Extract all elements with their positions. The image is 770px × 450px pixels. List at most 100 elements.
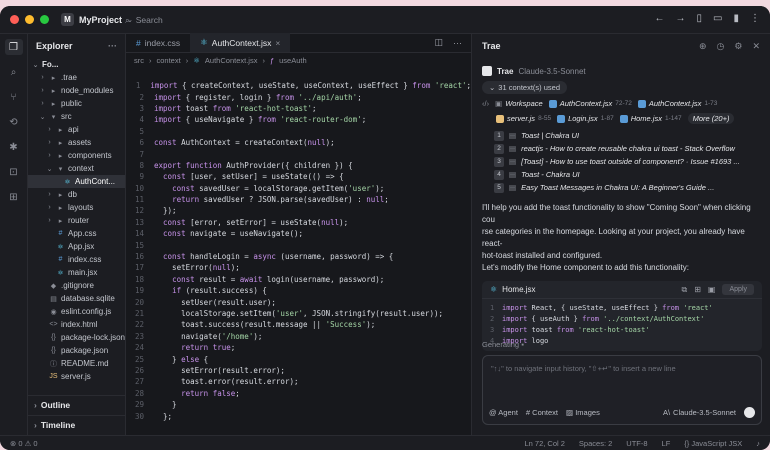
send-button[interactable] bbox=[744, 407, 755, 418]
file-tree-item[interactable]: JS server.js bbox=[28, 370, 125, 383]
zoom-window-button[interactable] bbox=[40, 15, 49, 24]
file-tree-item[interactable]: <> index.html bbox=[28, 318, 125, 331]
search-bar[interactable]: ⌕ Search bbox=[125, 12, 630, 28]
problems-indicator[interactable]: ⊗ 0 ⚠ 0 bbox=[10, 439, 38, 448]
copy-icon[interactable]: ⧉ bbox=[682, 285, 688, 295]
web-result-item[interactable]: 3 ▤ [Toast] - How to use toast outside of … bbox=[494, 155, 762, 168]
file-tree-item[interactable]: ⚛ main.jsx bbox=[28, 266, 125, 279]
context-ref-file[interactable]: Login.jsx 1-87 bbox=[557, 114, 614, 123]
split-editor-icon[interactable]: ◫ bbox=[434, 37, 443, 48]
tab-index-css[interactable]: # index.css bbox=[126, 33, 190, 52]
toggle-sidebar-icon[interactable]: ▯ bbox=[697, 13, 703, 24]
forward-arrow-icon[interactable]: → bbox=[676, 13, 686, 24]
run-debug-icon[interactable]: ⟲ bbox=[5, 114, 23, 130]
context-ref-workspace[interactable]: ▣ Workspace bbox=[495, 99, 543, 108]
file-tree-item[interactable]: ⚛ App.jsx bbox=[28, 240, 125, 253]
more-icon[interactable]: ··· bbox=[108, 41, 117, 51]
file-tree-item[interactable]: › ▸ components bbox=[28, 149, 125, 162]
close-icon[interactable]: ✕ bbox=[752, 41, 760, 52]
file-tree-item[interactable]: {} package.json bbox=[28, 344, 125, 357]
insert-icon[interactable]: ⊞ bbox=[694, 285, 701, 294]
remote-icon[interactable]: ⊡ bbox=[5, 164, 23, 180]
search-icon[interactable]: ⌕ bbox=[5, 64, 23, 80]
folder-root[interactable]: ⌄ Fo... bbox=[28, 58, 125, 71]
toggle-ai-panel-icon[interactable]: ▮ bbox=[733, 13, 739, 24]
code-line: 24 return true; bbox=[126, 342, 471, 353]
history-icon[interactable]: ◷ bbox=[717, 41, 725, 52]
breadcrumb-context[interactable]: context bbox=[157, 56, 181, 65]
ai-panel-header: Trae ⊕ ◷ ⚙ ✕ bbox=[472, 34, 770, 58]
code-line: 10 const savedUser = localStorage.getIte… bbox=[126, 183, 471, 194]
web-result-item[interactable]: 1 ▤ Toast | Chakra UI bbox=[494, 129, 762, 142]
close-window-button[interactable] bbox=[10, 15, 19, 24]
file-tree-item[interactable]: › ▸ .trae bbox=[28, 71, 125, 84]
breadcrumb-symbol[interactable]: useAuth bbox=[279, 56, 307, 65]
code-line: 14 const navigate = useNavigate(); bbox=[126, 228, 471, 239]
file-tree-item[interactable]: ⚛ AuthCont... bbox=[28, 175, 125, 188]
minimize-window-button[interactable] bbox=[25, 15, 34, 24]
more-icon[interactable]: ··· bbox=[453, 38, 462, 48]
bell-icon[interactable]: ♪ bbox=[756, 439, 760, 448]
file-tree-item[interactable]: › ▸ api bbox=[28, 123, 125, 136]
project-switcher[interactable]: M MyProject ⌄ bbox=[61, 13, 133, 26]
indentation[interactable]: Spaces: 2 bbox=[579, 439, 612, 448]
close-icon[interactable]: × bbox=[275, 38, 280, 48]
bug-icon[interactable]: ✱ bbox=[5, 139, 23, 155]
encoding[interactable]: UTF-8 bbox=[626, 439, 647, 448]
toggle-panel-icon[interactable]: ▭ bbox=[713, 13, 722, 24]
file-tree-item[interactable]: › ▸ router bbox=[28, 214, 125, 227]
outline-section[interactable]: › Outline bbox=[28, 395, 126, 413]
back-arrow-icon[interactable]: ← bbox=[655, 13, 665, 24]
source-control-icon[interactable]: ⑂ bbox=[5, 89, 23, 105]
timeline-section[interactable]: › Timeline bbox=[28, 415, 126, 433]
web-result-item[interactable]: 2 ▤ reactjs - How to create reusable chakr… bbox=[494, 142, 762, 155]
file-tree-item[interactable]: ◆ .gitignore bbox=[28, 279, 125, 292]
file-tree-item[interactable]: › ▸ layouts bbox=[28, 201, 125, 214]
file-tree-item[interactable]: ⌄ ▾ context bbox=[28, 162, 125, 175]
context-ref-file[interactable]: Home.jsx 1-147 bbox=[619, 114, 682, 123]
file-tree-item[interactable]: › ▸ db bbox=[28, 188, 125, 201]
apply-button[interactable]: Apply bbox=[722, 284, 754, 295]
code-text: import { register, login } from '../api/… bbox=[154, 92, 362, 102]
file-type-icon: ◆ bbox=[50, 282, 57, 290]
web-result-item[interactable]: 5 ▤ Easy Toast Messages in Chakra UI: A Be… bbox=[494, 181, 762, 194]
cursor-position[interactable]: Ln 72, Col 2 bbox=[524, 439, 564, 448]
images-button[interactable]: ▨ Images bbox=[566, 408, 600, 417]
extensions-icon[interactable]: ⊞ bbox=[5, 189, 23, 205]
file-tree-item[interactable]: ⌄ ▾ src bbox=[28, 110, 125, 123]
context-ref-file[interactable]: AuthContext.jsx 1-73 bbox=[637, 99, 717, 108]
web-result-item[interactable]: 4 ▤ Toast - Chakra UI bbox=[494, 168, 762, 181]
file-tree-item[interactable]: # App.css bbox=[28, 227, 125, 240]
tab-authcontext-jsx[interactable]: ⚛ AuthContext.jsx × bbox=[190, 33, 291, 52]
context-ref-file[interactable]: server.js 8-55 bbox=[496, 114, 551, 123]
more-refs-button[interactable]: More (20+) bbox=[687, 113, 735, 124]
file-tree-item[interactable]: ◉ eslint.config.js bbox=[28, 305, 125, 318]
context-ref-file[interactable]: AuthContext.jsx 72-72 bbox=[548, 99, 632, 108]
file-tree-item[interactable]: {} package-lock.json bbox=[28, 331, 125, 344]
result-number: 2 bbox=[494, 143, 504, 154]
model-selector[interactable]: A\ Claude-3.5-Sonnet bbox=[663, 408, 736, 417]
file-tree-item[interactable]: ▤ database.sqlite bbox=[28, 292, 125, 305]
new-chat-icon[interactable]: ⊕ bbox=[699, 41, 707, 52]
file-tree-item[interactable]: › ▸ node_modules bbox=[28, 84, 125, 97]
at-icon: @ bbox=[489, 408, 497, 417]
language-mode[interactable]: {} JavaScript JSX bbox=[684, 439, 742, 448]
context-used-toggle[interactable]: ⌄ 31 context(s) used bbox=[482, 81, 567, 94]
breadcrumb-file[interactable]: AuthContext.jsx bbox=[205, 56, 258, 65]
result-title: reactjs - How to create reusable chakra … bbox=[521, 144, 735, 153]
file-tree-item[interactable]: › ▸ public bbox=[28, 97, 125, 110]
line-ending[interactable]: LF bbox=[662, 439, 671, 448]
more-menu-icon[interactable]: ⋮ bbox=[750, 13, 760, 24]
code-editor[interactable]: 1 import { createContext, useState, useCo… bbox=[126, 80, 471, 435]
terminal-icon[interactable]: ▣ bbox=[708, 285, 716, 294]
file-tree-item[interactable]: # index.css bbox=[28, 253, 125, 266]
breadcrumb-src[interactable]: src bbox=[134, 56, 144, 65]
file-tree-item[interactable]: › ▸ assets bbox=[28, 136, 125, 149]
agent-button[interactable]: @ Agent bbox=[489, 408, 518, 417]
file-tree-item[interactable]: ⓘ README.md bbox=[28, 357, 125, 370]
file-type-icon: ▸ bbox=[58, 217, 63, 225]
files-icon[interactable]: ❐ bbox=[4, 39, 23, 55]
chat-input[interactable]: "↑↓" to navigate input history, "⇧+↵" to… bbox=[482, 355, 762, 425]
context-button[interactable]: # Context bbox=[526, 408, 558, 417]
settings-icon[interactable]: ⚙ bbox=[734, 41, 742, 52]
